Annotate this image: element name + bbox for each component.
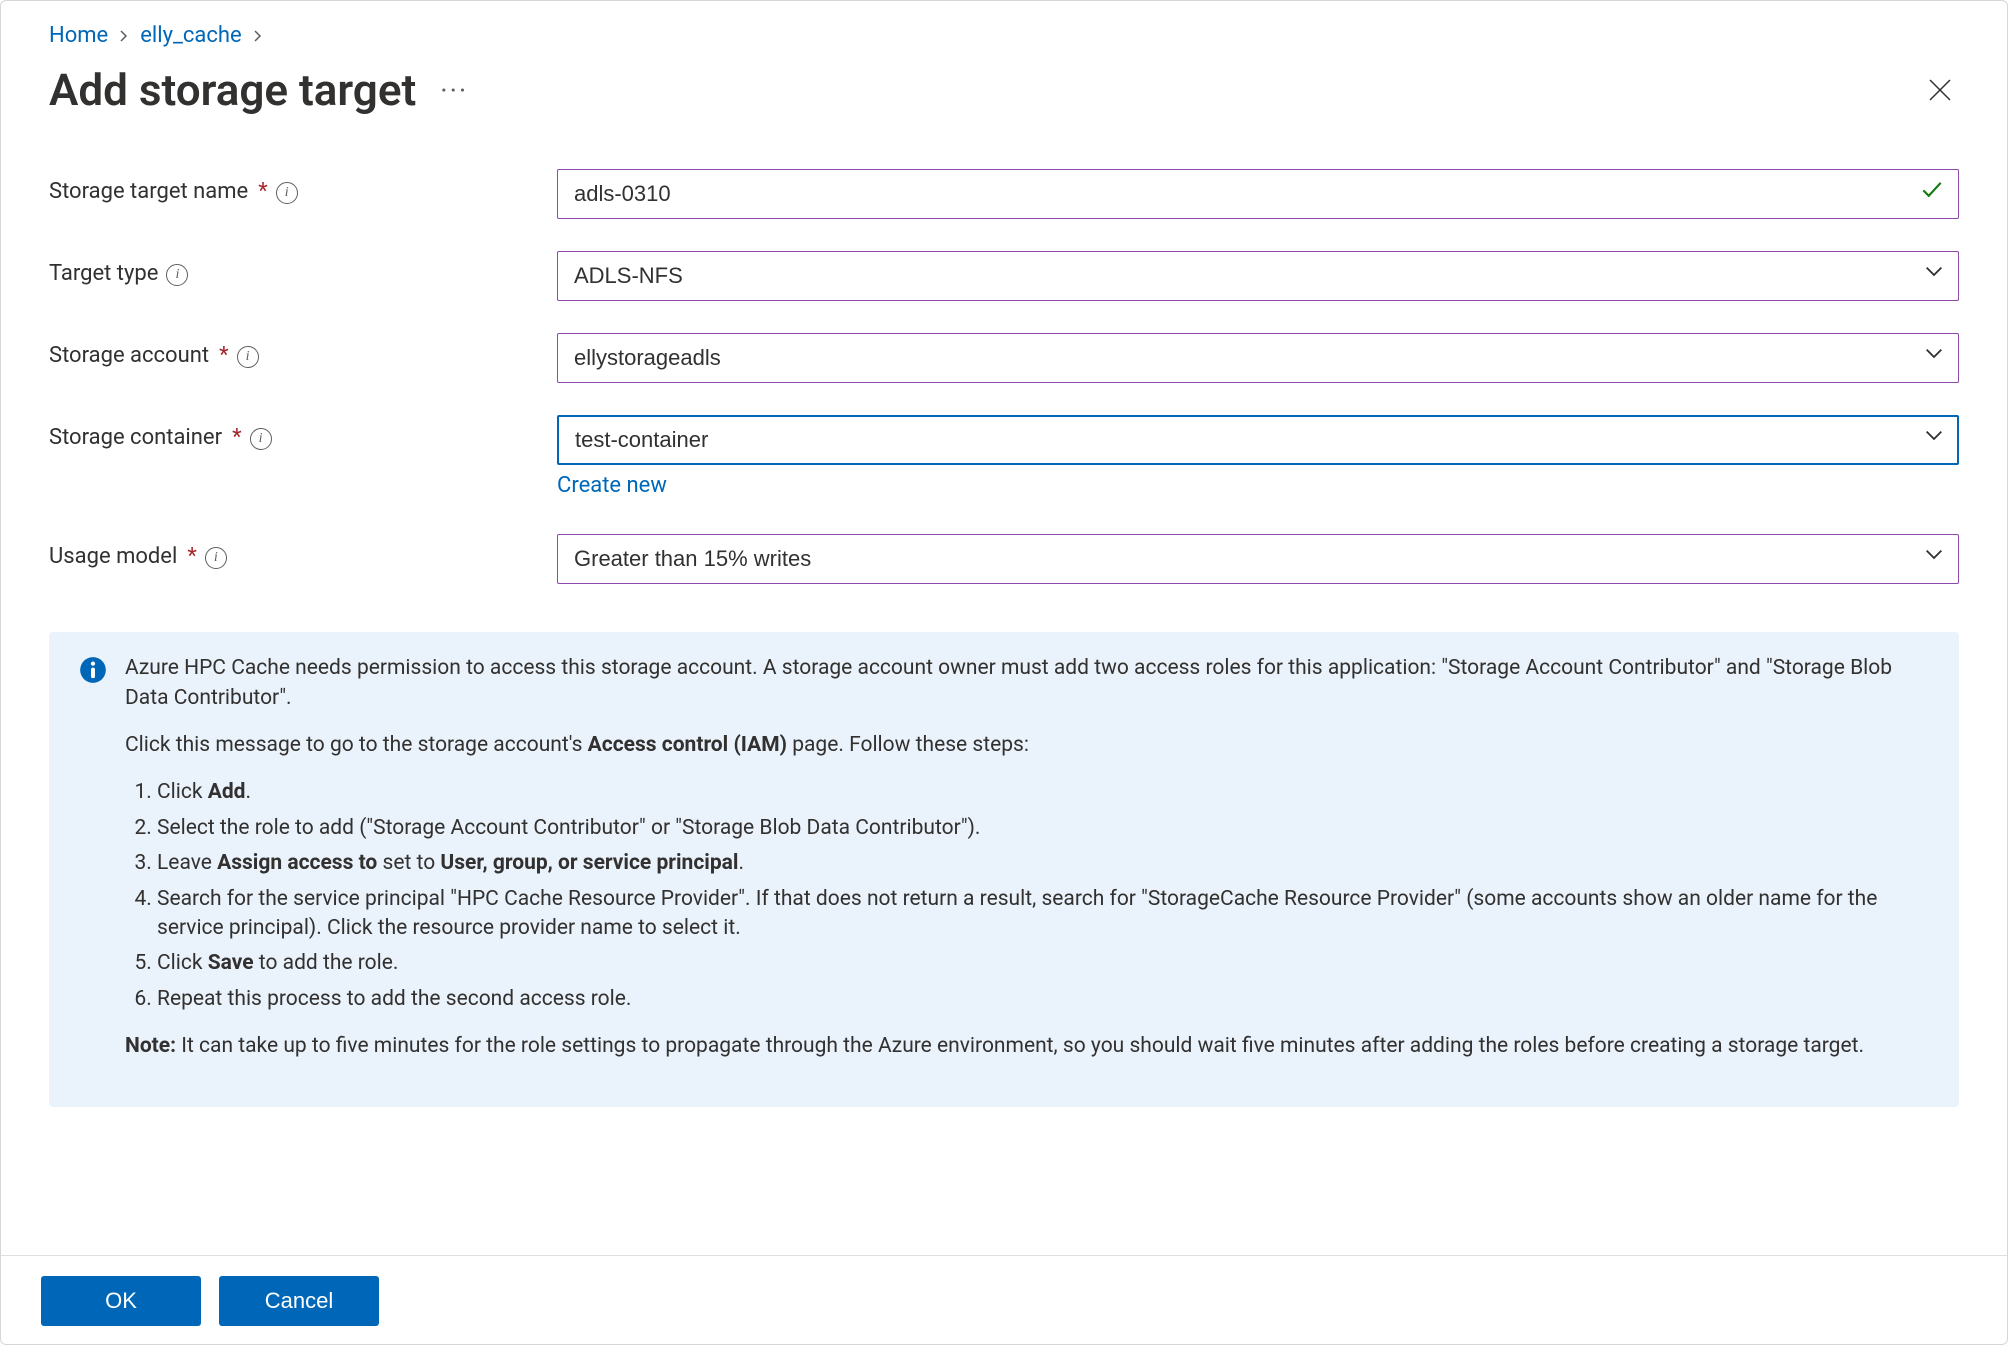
step-5: Click Save to add the role. — [157, 949, 1929, 978]
step-4: Search for the service principal "HPC Ca… — [157, 885, 1929, 944]
chevron-right-icon — [252, 24, 264, 49]
step-3: Leave Assign access to set to User, grou… — [157, 849, 1929, 878]
step-2: Select the role to add ("Storage Account… — [157, 814, 1929, 843]
row-target-type: Target type i ADLS-NFS — [49, 251, 1959, 301]
usage-model-select[interactable]: Greater than 15% writes — [557, 534, 1959, 584]
required-asterisk: * — [258, 177, 267, 208]
info-icon[interactable]: i — [276, 182, 298, 204]
callout-note: Note: It can take up to five minutes for… — [125, 1032, 1929, 1061]
close-icon — [1927, 77, 1953, 103]
row-storage-container: Storage container * i test-container Cre… — [49, 415, 1959, 502]
label-storage-container: Storage container * i — [49, 415, 557, 454]
page-title: Add storage target — [49, 60, 416, 122]
row-storage-account: Storage account * i ellystorageadls — [49, 333, 1959, 383]
storage-container-select[interactable]: test-container — [557, 415, 1959, 465]
required-asterisk: * — [187, 542, 196, 573]
info-icon — [79, 656, 107, 684]
close-button[interactable] — [1921, 72, 1959, 110]
storage-account-select[interactable]: ellystorageadls — [557, 333, 1959, 383]
required-asterisk: * — [232, 423, 241, 454]
callout-iam-line: Click this message to go to the storage … — [125, 731, 1929, 760]
callout-intro: Azure HPC Cache needs permission to acce… — [125, 654, 1929, 713]
breadcrumb-cache[interactable]: elly_cache — [140, 21, 241, 52]
label-storage-account: Storage account * i — [49, 333, 557, 372]
info-icon[interactable]: i — [205, 547, 227, 569]
row-storage-target-name: Storage target name * i — [49, 169, 1959, 219]
row-usage-model: Usage model * i Greater than 15% writes — [49, 534, 1959, 584]
label-target-type: Target type i — [49, 251, 557, 290]
cancel-button[interactable]: Cancel — [219, 1276, 379, 1326]
title-row: Add storage target ··· — [49, 60, 1959, 122]
footer-bar: OK Cancel — [1, 1255, 2007, 1326]
info-icon[interactable]: i — [166, 264, 188, 286]
info-icon[interactable]: i — [237, 346, 259, 368]
target-type-select[interactable]: ADLS-NFS — [557, 251, 1959, 301]
label-usage-model: Usage model * i — [49, 534, 557, 573]
page-root: Home elly_cache Add storage target ··· S… — [0, 0, 2008, 1345]
callout-steps: Click Add. Select the role to add ("Stor… — [125, 778, 1929, 1014]
required-asterisk: * — [219, 341, 228, 372]
chevron-right-icon — [118, 24, 130, 49]
label-storage-target-name: Storage target name * i — [49, 169, 557, 208]
more-actions-icon[interactable]: ··· — [440, 71, 468, 110]
step-6: Repeat this process to add the second ac… — [157, 985, 1929, 1014]
storage-target-name-input[interactable] — [557, 169, 1959, 219]
permissions-callout[interactable]: Azure HPC Cache needs permission to acce… — [49, 632, 1959, 1107]
create-new-container-link[interactable]: Create new — [557, 473, 667, 498]
breadcrumb: Home elly_cache — [49, 21, 1959, 52]
breadcrumb-home[interactable]: Home — [49, 21, 108, 52]
ok-button[interactable]: OK — [41, 1276, 201, 1326]
callout-body: Azure HPC Cache needs permission to acce… — [125, 654, 1929, 1079]
info-icon[interactable]: i — [250, 428, 272, 450]
step-1: Click Add. — [157, 778, 1929, 807]
